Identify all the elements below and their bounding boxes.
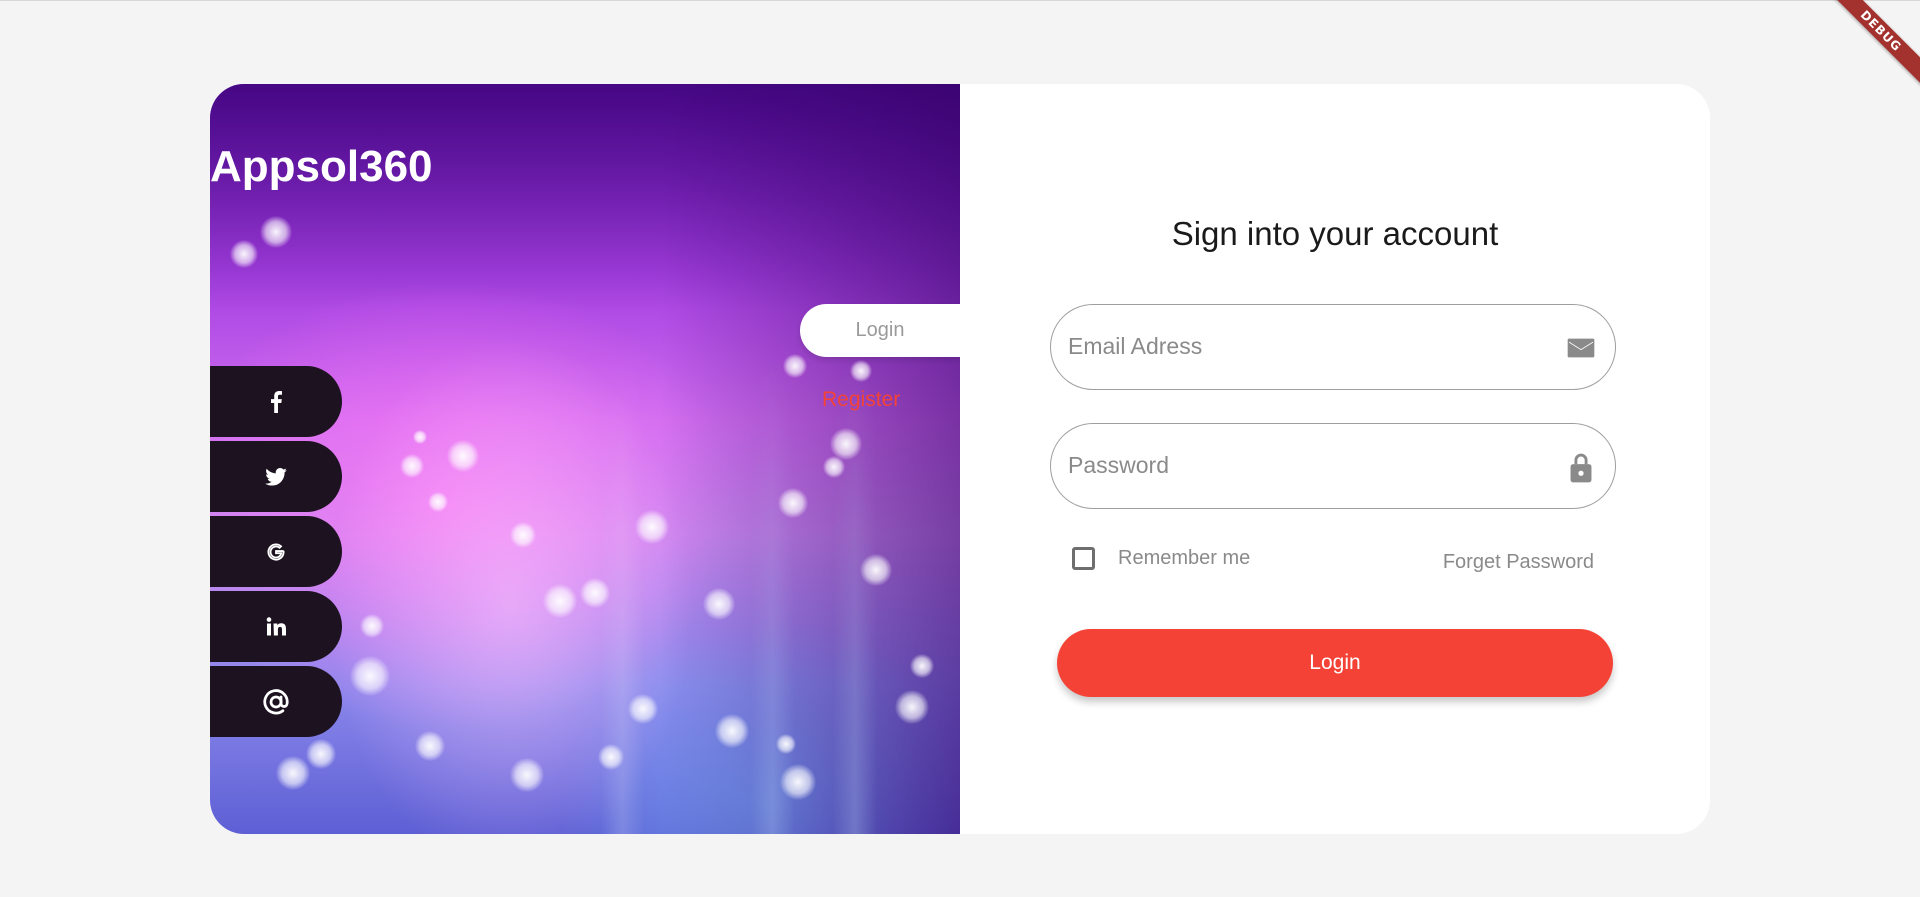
bokeh-decoration <box>628 694 658 724</box>
bokeh-decoration <box>823 456 845 478</box>
facebook-icon <box>269 390 283 413</box>
bokeh-decoration <box>850 360 872 382</box>
bokeh-decoration <box>783 354 807 378</box>
bokeh-decoration <box>895 690 929 724</box>
bokeh-decoration <box>350 656 390 696</box>
bokeh-decoration <box>635 510 669 544</box>
bokeh-decoration <box>413 430 427 444</box>
bokeh-decoration <box>910 654 934 678</box>
bokeh-decoration <box>703 588 735 620</box>
linkedin-button[interactable] <box>210 591 342 662</box>
bokeh-decoration <box>447 440 479 472</box>
bokeh-decoration <box>510 758 544 792</box>
linkedin-icon <box>266 617 286 636</box>
remember-me-label: Remember me <box>1118 547 1251 569</box>
at-sign-icon <box>261 687 291 717</box>
login-button[interactable]: Login <box>1057 629 1613 697</box>
lock-icon <box>1565 451 1597 483</box>
bokeh-decoration <box>400 454 424 478</box>
login-card: Appsol360 Login Register Sign into your … <box>210 84 1710 834</box>
email-field <box>1050 304 1616 390</box>
tab-login[interactable]: Login <box>800 304 960 357</box>
debug-banner-label: DEBUG <box>1830 0 1920 90</box>
social-login-list <box>210 366 342 741</box>
mail-icon <box>1565 332 1597 364</box>
facebook-button[interactable] <box>210 366 342 437</box>
email-button[interactable] <box>210 666 342 737</box>
bokeh-decoration <box>260 216 292 248</box>
bokeh-decoration <box>306 739 336 769</box>
bokeh-decoration <box>360 614 384 638</box>
twitter-icon <box>265 467 287 486</box>
bokeh-decoration <box>276 756 310 790</box>
remember-me: Remember me <box>1072 547 1250 570</box>
bokeh-decoration <box>415 731 445 761</box>
brand-title: Appsol360 <box>210 142 433 191</box>
bokeh-decoration <box>598 744 624 770</box>
password-input[interactable] <box>1068 424 1538 507</box>
google-button[interactable] <box>210 516 342 587</box>
login-form-panel: Sign into your account Remember me Forge… <box>960 84 1710 834</box>
top-divider <box>0 0 1920 1</box>
bokeh-decoration <box>778 488 808 518</box>
password-field <box>1050 423 1616 509</box>
debug-banner: DEBUG <box>1830 0 1920 90</box>
bokeh-decoration <box>428 492 448 512</box>
bokeh-decoration <box>780 764 816 800</box>
bokeh-decoration <box>543 584 577 618</box>
bokeh-decoration <box>580 578 610 608</box>
hero-panel: Appsol360 Login Register <box>210 84 960 834</box>
remember-me-checkbox[interactable] <box>1072 547 1095 570</box>
forgot-password-link[interactable]: Forget Password <box>1443 551 1594 574</box>
email-input[interactable] <box>1068 305 1538 388</box>
bokeh-decoration <box>230 240 258 268</box>
bokeh-decoration <box>510 522 536 548</box>
bokeh-decoration <box>776 734 796 754</box>
google-icon <box>265 541 287 563</box>
bokeh-decoration <box>715 714 749 748</box>
tab-register[interactable]: Register <box>822 388 900 412</box>
twitter-button[interactable] <box>210 441 342 512</box>
form-title: Sign into your account <box>1171 215 1499 252</box>
bokeh-decoration <box>860 554 892 586</box>
